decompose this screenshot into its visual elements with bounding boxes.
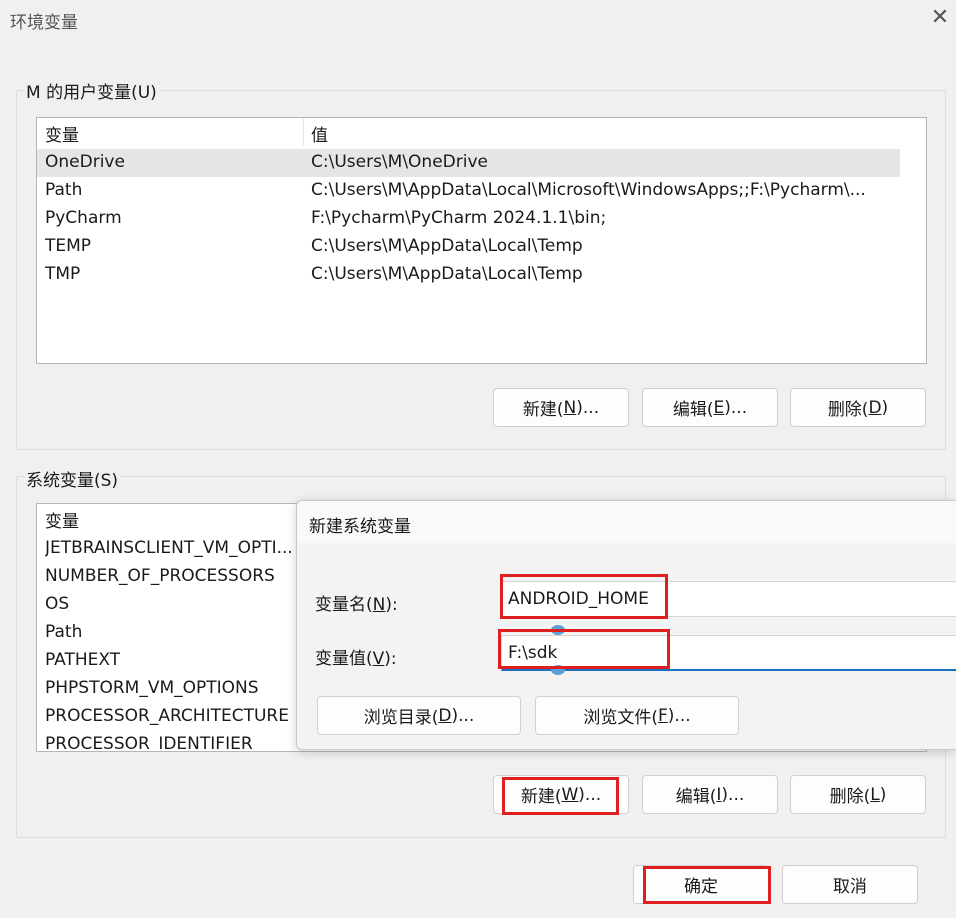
table-row[interactable]: Path C:\Users\M\AppData\Local\Microsoft\… [37, 177, 926, 205]
selection-handle-bottom[interactable] [551, 665, 565, 675]
var-value: F:\Pycharm\PyCharm 2024.1.1\bin; [311, 208, 607, 228]
access-key: N [563, 397, 577, 418]
button-label: ) [879, 784, 887, 805]
user-new-button[interactable]: 新建(N)... [493, 388, 629, 427]
var-name: PATHEXT [45, 650, 121, 670]
user-vars-header: 变量 值 [37, 118, 926, 146]
variable-value-label: 变量值(V): [315, 644, 397, 669]
column-header-value[interactable]: 值 [311, 121, 328, 146]
system-delete-button[interactable]: 删除(L) [790, 775, 926, 814]
var-value: C:\Users\M\AppData\Local\Microsoft\Windo… [311, 180, 866, 200]
ok-button[interactable]: 确定 [633, 865, 769, 904]
field-value: ANDROID_HOME [508, 589, 649, 609]
variable-name-field[interactable]: ANDROID_HOME [501, 581, 956, 617]
var-value: C:\Users\M\AppData\Local\Temp [311, 264, 583, 284]
system-new-button[interactable]: 新建(W)... [493, 775, 629, 814]
table-row[interactable]: TMP C:\Users\M\AppData\Local\Temp [37, 261, 926, 289]
button-label: 确定 [684, 877, 718, 897]
label-text: 变量值( [315, 649, 373, 669]
button-label: 编辑( [675, 787, 717, 807]
label-text: 变量名( [315, 595, 373, 615]
browse-file-button[interactable]: 浏览文件(F)... [535, 696, 739, 735]
window-title: 环境变量 [10, 13, 78, 33]
column-header-name[interactable]: 变量 [45, 507, 79, 532]
var-name: PROCESSOR_IDENTIFIER [45, 734, 253, 752]
scrollbar-track[interactable] [900, 118, 926, 363]
column-header-name[interactable]: 变量 [45, 121, 79, 146]
access-key: F [658, 705, 668, 726]
var-name: PROCESSOR_ARCHITECTURE [45, 706, 289, 726]
button-label: ) [881, 397, 889, 418]
access-key: E [713, 397, 725, 418]
button-label: 编辑( [672, 400, 714, 420]
access-key: W [561, 784, 579, 805]
access-key: V [372, 649, 385, 669]
column-separator[interactable] [303, 118, 304, 146]
user-vars-legend: M 的用户变量(U) [24, 78, 159, 103]
table-row[interactable]: PyCharm F:\Pycharm\PyCharm 2024.1.1\bin; [37, 205, 926, 233]
access-key: D [868, 397, 882, 418]
var-name: Path [45, 180, 83, 200]
table-row[interactable]: TEMP C:\Users\M\AppData\Local\Temp [37, 233, 926, 261]
var-name: JETBRAINSCLIENT_VM_OPTI... [45, 538, 293, 558]
var-name: PHPSTORM_VM_OPTIONS [45, 678, 259, 698]
access-key: L [870, 784, 880, 805]
access-key: D [438, 705, 452, 726]
system-vars-legend: 系统变量(S) [24, 466, 121, 491]
button-label: 新建( [522, 400, 564, 420]
system-edit-button[interactable]: 编辑(I)... [642, 775, 778, 814]
button-label: )... [578, 784, 602, 805]
user-delete-button[interactable]: 删除(D) [790, 388, 926, 427]
user-edit-button[interactable]: 编辑(E)... [642, 388, 778, 427]
var-name: NUMBER_OF_PROCESSORS [45, 566, 275, 586]
var-name: OneDrive [45, 152, 125, 172]
var-value: C:\Users\M\AppData\Local\Temp [311, 236, 583, 256]
close-icon[interactable]: ✕ [928, 6, 952, 30]
button-label: 删除( [829, 787, 871, 807]
variable-name-label: 变量名(N): [315, 590, 398, 615]
button-label: )... [451, 705, 475, 726]
dialog-title: 新建系统变量 [309, 517, 411, 537]
var-value: C:\Users\M\OneDrive [311, 152, 488, 172]
title-bar [0, 0, 956, 40]
button-label: 浏览文件( [583, 708, 658, 728]
access-key: N [372, 595, 386, 615]
button-label: 新建( [520, 787, 562, 807]
button-label: )... [667, 705, 691, 726]
button-label: )... [721, 784, 745, 805]
var-name: TEMP [45, 236, 92, 256]
var-name: Path [45, 622, 83, 642]
button-label: 取消 [833, 877, 867, 897]
button-label: 浏览目录( [363, 708, 439, 728]
table-row[interactable]: OneDrive C:\Users\M\OneDrive [37, 149, 926, 177]
browse-directory-button[interactable]: 浏览目录(D)... [317, 696, 521, 735]
field-value: F:\sdk [508, 642, 558, 663]
var-name: PyCharm [45, 208, 122, 228]
new-variable-dialog: 新建系统变量 变量名(N): ANDROID_HOME 变量值(V): F:\s… [296, 500, 956, 750]
selection-handle-top[interactable] [551, 625, 565, 635]
button-label: )... [724, 397, 748, 418]
button-label: )... [576, 397, 600, 418]
button-label: 删除( [827, 400, 869, 420]
label-text: ): [385, 595, 398, 615]
cancel-button[interactable]: 取消 [782, 865, 918, 904]
var-name: TMP [45, 264, 81, 284]
variable-value-field[interactable]: F:\sdk [501, 635, 956, 671]
user-vars-list[interactable]: 变量 值 OneDrive C:\Users\M\OneDrive Path C… [36, 117, 927, 364]
label-text: ): [384, 649, 397, 669]
var-name: OS [45, 594, 70, 614]
